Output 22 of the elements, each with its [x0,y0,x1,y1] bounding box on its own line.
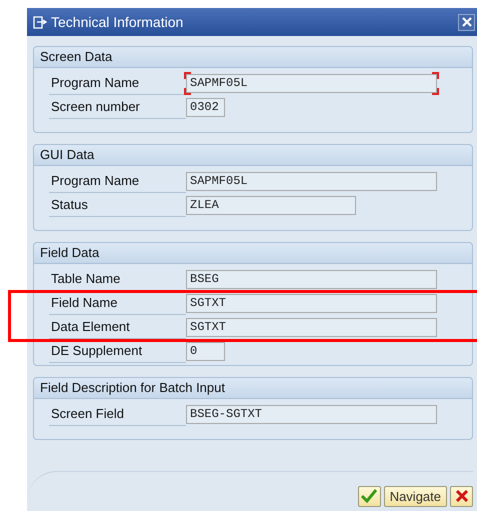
group-title: GUI Data [40,147,94,162]
navigate-button[interactable]: Navigate [384,486,447,506]
close-button[interactable] [458,14,475,30]
group-title: Screen Data [40,49,112,64]
group-title: Field Data [40,245,100,260]
input-field[interactable]: ZLEA [186,196,356,214]
input-field[interactable]: BSEG [186,270,437,288]
input-field[interactable]: 0 [186,342,225,360]
input-field[interactable]: 0302 [186,98,225,116]
input-field[interactable]: BSEG-SGTXT [186,404,437,424]
cancel-icon [456,490,468,502]
checkmark-icon [361,489,378,503]
input-field[interactable]: SAPMF05L [186,74,437,92]
input-field[interactable]: SGTXT [186,318,437,336]
input-field[interactable]: SGTXT [186,294,437,312]
close-icon [462,17,472,27]
input-field[interactable]: SAPMF05L [186,172,437,190]
group-title: Field Description for Batch Input [40,380,225,395]
confirm-button[interactable] [358,486,381,506]
cancel-button[interactable] [450,486,473,506]
window-title: Technical Information [51,14,184,30]
window-icon [33,16,47,28]
